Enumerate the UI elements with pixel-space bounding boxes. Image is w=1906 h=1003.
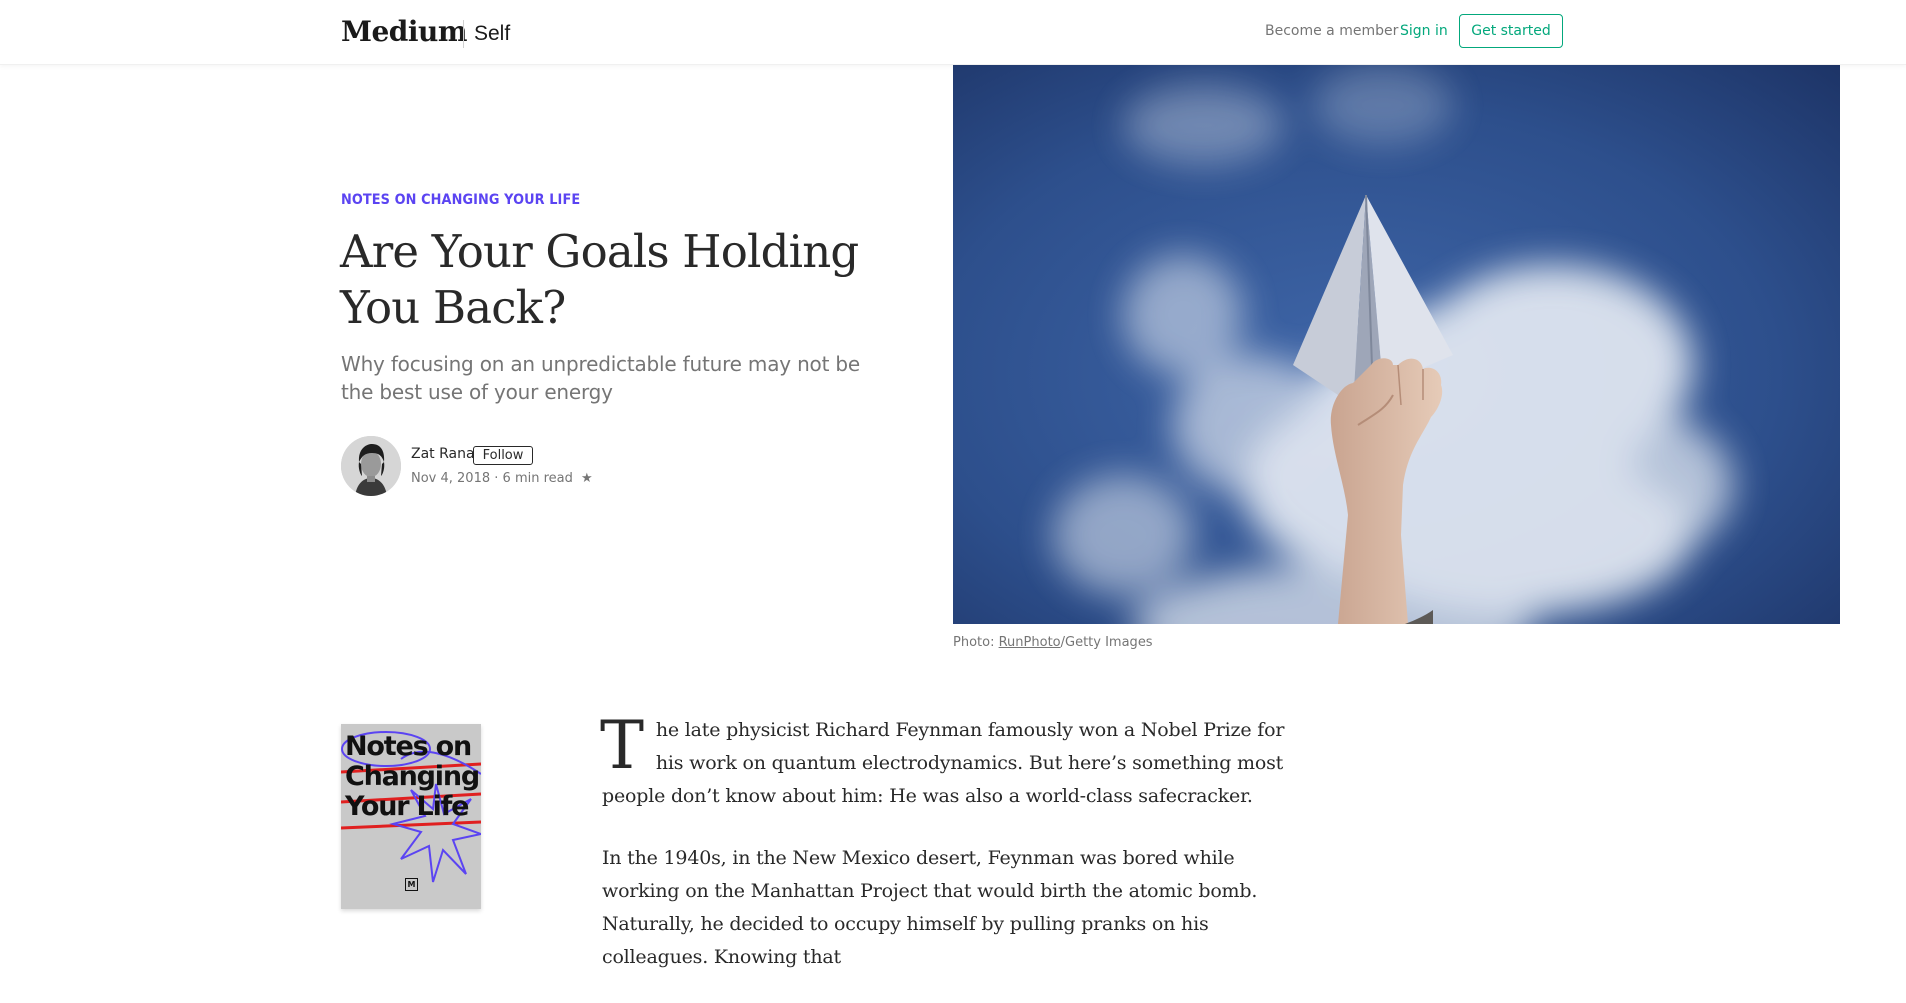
- medium-logo[interactable]: Medium: [341, 15, 468, 48]
- star-icon: ★: [581, 471, 593, 486]
- author-avatar[interactable]: [341, 436, 401, 496]
- drop-cap: T: [600, 707, 644, 784]
- article-kicker[interactable]: NOTES ON CHANGING YOUR LIFE: [341, 192, 580, 208]
- paper-plane-sky-photo-icon: [953, 65, 1840, 624]
- author-name[interactable]: Zat Rana: [411, 446, 475, 462]
- article-title: Are Your Goals Holding You Back?: [340, 225, 859, 334]
- top-navigation-bar: Medium Self Become a member Sign in Get …: [0, 0, 1906, 65]
- sign-in-link[interactable]: Sign in: [1400, 23, 1448, 39]
- publish-date[interactable]: Nov 4, 2018: [411, 471, 490, 486]
- body-paragraph: The late physicist Richard Feynman famou…: [600, 707, 1287, 813]
- meta-separator: ·: [494, 471, 499, 486]
- article-meta: Nov 4, 2018 · 6 min read ★: [411, 471, 593, 486]
- get-started-button[interactable]: Get started: [1459, 14, 1563, 48]
- caption-prefix: Photo:: [953, 635, 999, 650]
- body-paragraph: In the 1940s, in the New Mexico desert, …: [602, 847, 1258, 968]
- paragraph-text: he late physicist Richard Feynman famous…: [602, 719, 1285, 807]
- follow-button[interactable]: Follow: [473, 446, 533, 465]
- read-time: 6 min read: [502, 471, 573, 486]
- publication-name[interactable]: Self: [474, 22, 510, 46]
- hero-caption: Photo: RunPhoto/Getty Images: [953, 635, 1153, 650]
- article-body: The late physicist Richard Feynman famou…: [600, 707, 1287, 1003]
- article-subtitle: Why focusing on an unpredictable future …: [341, 352, 860, 404]
- photo-credit-link[interactable]: RunPhoto: [999, 635, 1061, 650]
- become-member-link[interactable]: Become a member: [1265, 23, 1398, 39]
- book-cover-title: Notes on Changing Your Life: [345, 731, 480, 822]
- series-book-cover[interactable]: Notes on Changing Your Life M: [341, 724, 481, 909]
- caption-suffix: /Getty Images: [1060, 635, 1153, 650]
- hero-image: [953, 65, 1840, 624]
- logo-divider: [463, 20, 464, 48]
- author-portrait-icon: [341, 436, 401, 496]
- medium-badge-icon: M: [405, 878, 418, 891]
